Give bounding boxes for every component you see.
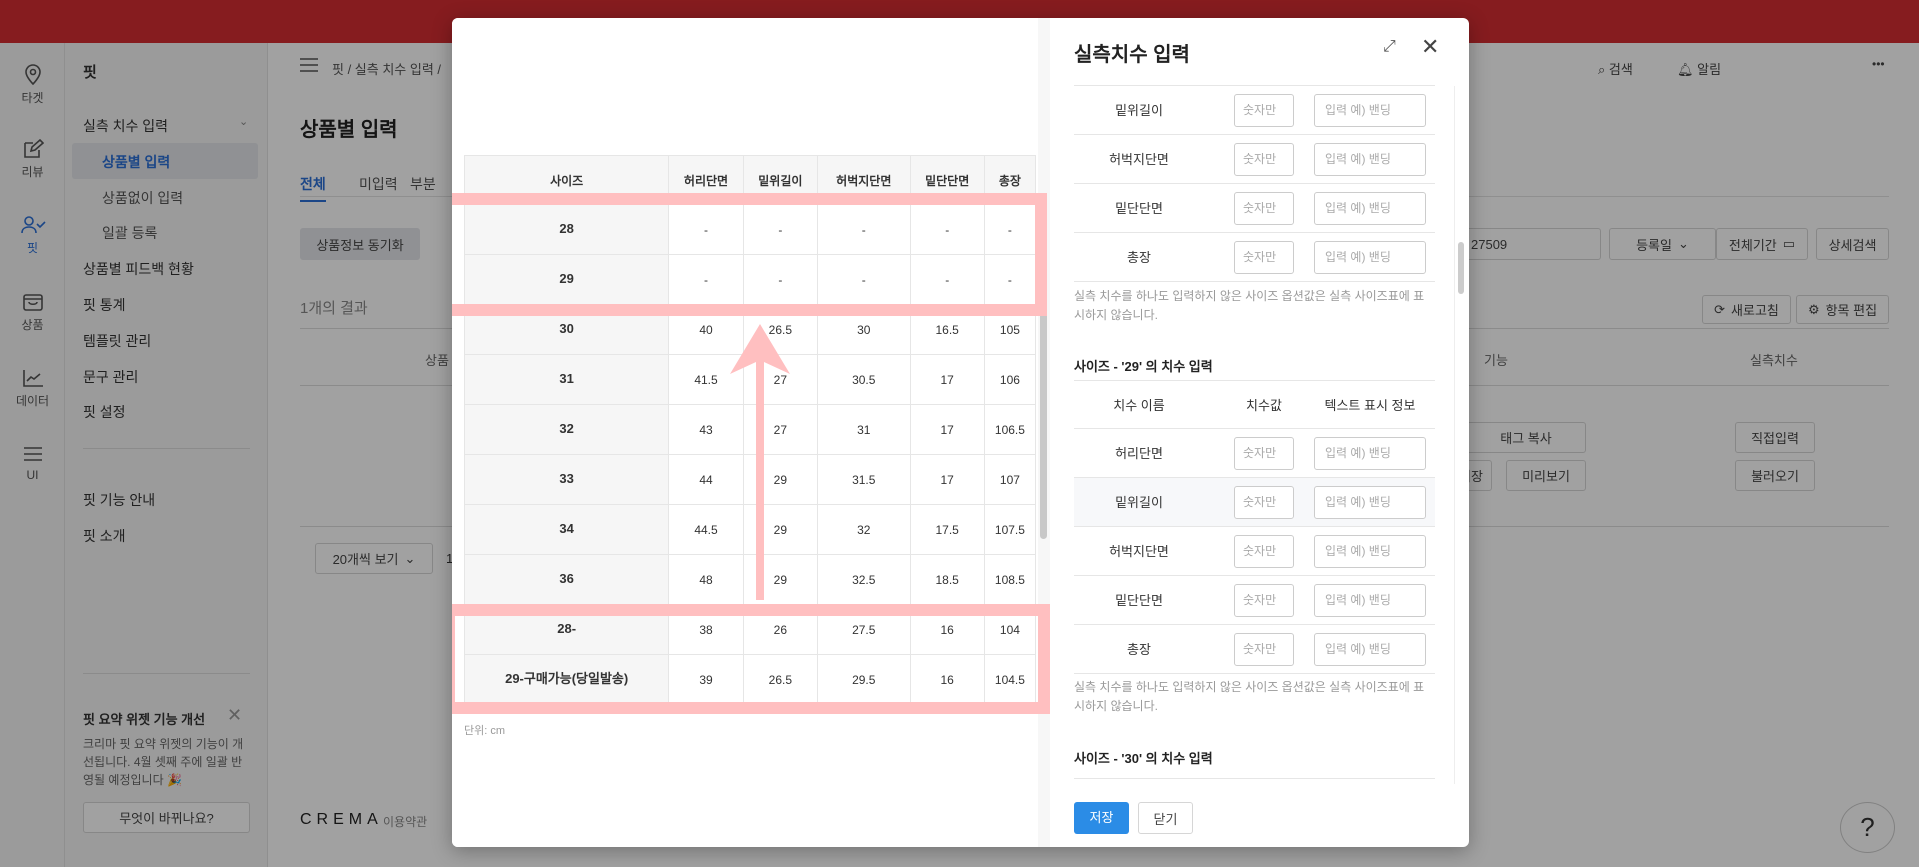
display-text-input[interactable]: 입력 예) 밴딩 xyxy=(1314,94,1426,127)
measure-value-input[interactable]: 숫자만 xyxy=(1234,192,1294,225)
measure-cell: 31.5 xyxy=(817,454,911,505)
measure-name: 허리단면 xyxy=(1115,446,1163,461)
measure-input-row: 밑단단면 숫자만 입력 예) 밴딩 xyxy=(1074,184,1435,233)
measure-input-row: 밑위길이 숫자만 입력 예) 밴딩 xyxy=(1074,478,1435,527)
measure-form-panel: 실측치수 입력 ⤢ ✕ 밑위길이 숫자만 입력 예) 밴딩 허벅지단면 숫자만 입… xyxy=(1050,18,1469,847)
measure-value-placeholder: 숫자만 xyxy=(1243,103,1277,117)
expand-icon[interactable]: ⤢ xyxy=(1383,38,1396,56)
form-note: 실측 치수를 하나도 입력하지 않은 사이즈 옵션값은 실측 사이즈표에 표시하… xyxy=(1074,289,1425,322)
col-header-text: 텍스트 표시 정보 xyxy=(1324,398,1416,413)
close-icon[interactable]: ✕ xyxy=(1421,34,1439,60)
measure-cell: 18.5 xyxy=(909,554,985,605)
measure-value-input[interactable]: 숫자만 xyxy=(1234,94,1294,127)
measure-cell: 17.5 xyxy=(909,504,985,555)
measure-value-placeholder: 숫자만 xyxy=(1243,250,1277,264)
measure-value-input[interactable]: 숫자만 xyxy=(1234,241,1294,274)
measure-input-row: 밑위길이 숫자만 입력 예) 밴딩 xyxy=(1074,86,1435,135)
scrollbar-thumb[interactable] xyxy=(1040,312,1047,539)
measure-name: 밑위길이 xyxy=(1115,495,1163,510)
size-cell: 34 xyxy=(463,504,670,555)
display-text-input[interactable]: 입력 예) 밴딩 xyxy=(1314,192,1426,225)
display-text-placeholder: 입력 예) 밴딩 xyxy=(1325,544,1391,558)
display-text-input[interactable]: 입력 예) 밴딩 xyxy=(1314,143,1426,176)
scrollbar-track[interactable] xyxy=(1454,86,1464,784)
measure-cell: 107.5 xyxy=(983,504,1037,555)
save-button[interactable]: 저장 xyxy=(1074,802,1129,834)
section-title-30: 사이즈 - '30' 의 치수 입력 xyxy=(1074,751,1213,766)
size-chart-preview: 사이즈 허리단면 밑위길이 허벅지단면 밑단단면 총장 28- - - - -29- - -… xyxy=(452,18,1050,847)
measure-value-input[interactable]: 숫자만 xyxy=(1234,486,1294,519)
measure-value-input[interactable]: 숫자만 xyxy=(1234,633,1294,666)
measure-cell: 17 xyxy=(909,354,985,405)
measure-cell: 30.5 xyxy=(817,354,911,405)
scrollbar-thumb[interactable] xyxy=(1458,242,1464,294)
measure-cell: 108.5 xyxy=(983,554,1037,605)
measure-cell: 106 xyxy=(983,354,1037,405)
measure-name: 밑단단면 xyxy=(1115,201,1163,216)
divider xyxy=(1074,778,1435,779)
display-text-placeholder: 입력 예) 밴딩 xyxy=(1325,495,1391,509)
form-note: 실측 치수를 하나도 입력하지 않은 사이즈 옵션값은 실측 사이즈표에 표시하… xyxy=(1074,680,1425,713)
close-button[interactable]: 닫기 xyxy=(1138,802,1193,834)
measure-name: 밑위길이 xyxy=(1115,103,1163,118)
measure-input-row: 허벅지단면 숫자만 입력 예) 밴딩 xyxy=(1074,527,1435,576)
modal-title: 실측치수 입력 xyxy=(1074,44,1190,66)
display-text-placeholder: 입력 예) 밴딩 xyxy=(1325,593,1391,607)
display-text-input[interactable]: 입력 예) 밴딩 xyxy=(1314,535,1426,568)
measure-value-input[interactable]: 숫자만 xyxy=(1234,143,1294,176)
display-text-input[interactable]: 입력 예) 밴딩 xyxy=(1314,486,1426,519)
highlight-box-empty-rows xyxy=(452,193,1047,316)
measure-cell: 106.5 xyxy=(983,404,1037,455)
unit-label: 단위: cm xyxy=(464,725,506,737)
measure-value-placeholder: 숫자만 xyxy=(1243,201,1277,215)
measure-value-input[interactable]: 숫자만 xyxy=(1234,584,1294,617)
arrow-up-icon xyxy=(730,324,790,600)
display-text-input[interactable]: 입력 예) 밴딩 xyxy=(1314,584,1426,617)
measure-input-row: 허벅지단면 숫자만 입력 예) 밴딩 xyxy=(1074,135,1435,184)
measure-value-placeholder: 숫자만 xyxy=(1243,593,1277,607)
measure-cell: 17 xyxy=(909,454,985,505)
measure-cell: 32.5 xyxy=(817,554,911,605)
measure-cell: 31 xyxy=(817,404,911,455)
display-text-input[interactable]: 입력 예) 밴딩 xyxy=(1314,437,1426,470)
section-title-29: 사이즈 - '29' 의 치수 입력 xyxy=(1074,359,1213,374)
measure-value-placeholder: 숫자만 xyxy=(1243,544,1277,558)
measure-modal: 사이즈 허리단면 밑위길이 허벅지단면 밑단단면 총장 28- - - - -29- - -… xyxy=(452,18,1469,847)
measure-input-row: 총장 숫자만 입력 예) 밴딩 xyxy=(1074,233,1435,282)
col-header-name: 치수 이름 xyxy=(1113,398,1165,413)
size-cell: 32 xyxy=(463,404,670,455)
measure-name: 허벅지단면 xyxy=(1109,544,1169,559)
measure-value-placeholder: 숫자만 xyxy=(1243,642,1277,656)
display-text-placeholder: 입력 예) 밴딩 xyxy=(1325,642,1391,656)
size-cell: 33 xyxy=(463,454,670,505)
measure-name: 밑단단면 xyxy=(1115,593,1163,608)
display-text-placeholder: 입력 예) 밴딩 xyxy=(1325,250,1391,264)
form-header-row: 치수 이름 치수값 텍스트 표시 정보 xyxy=(1074,380,1435,429)
measure-value-input[interactable]: 숫자만 xyxy=(1234,437,1294,470)
measure-cell: 107 xyxy=(983,454,1037,505)
measure-name: 허벅지단면 xyxy=(1109,152,1169,167)
size-cell: 36 xyxy=(463,554,670,605)
display-text-placeholder: 입력 예) 밴딩 xyxy=(1325,103,1391,117)
measure-cell: 17 xyxy=(909,404,985,455)
display-text-placeholder: 입력 예) 밴딩 xyxy=(1325,201,1391,215)
display-text-input[interactable]: 입력 예) 밴딩 xyxy=(1314,633,1426,666)
measure-cell: 32 xyxy=(817,504,911,555)
size-cell: 31 xyxy=(463,354,670,405)
display-text-input[interactable]: 입력 예) 밴딩 xyxy=(1314,241,1426,274)
measure-value-placeholder: 숫자만 xyxy=(1243,495,1277,509)
measure-input-row: 밑단단면 숫자만 입력 예) 밴딩 xyxy=(1074,576,1435,625)
measure-name: 총장 xyxy=(1127,250,1151,265)
measure-value-placeholder: 숫자만 xyxy=(1243,446,1277,460)
measure-input-row: 총장 숫자만 입력 예) 밴딩 xyxy=(1074,625,1435,674)
measure-value-input[interactable]: 숫자만 xyxy=(1234,535,1294,568)
measure-name: 총장 xyxy=(1127,642,1151,657)
measure-input-row: 허리단면 숫자만 입력 예) 밴딩 xyxy=(1074,429,1435,478)
highlight-box-option-rows xyxy=(452,604,1050,714)
display-text-placeholder: 입력 예) 밴딩 xyxy=(1325,152,1391,166)
col-header-value: 치수값 xyxy=(1246,398,1282,413)
measure-value-placeholder: 숫자만 xyxy=(1243,152,1277,166)
display-text-placeholder: 입력 예) 밴딩 xyxy=(1325,446,1391,460)
